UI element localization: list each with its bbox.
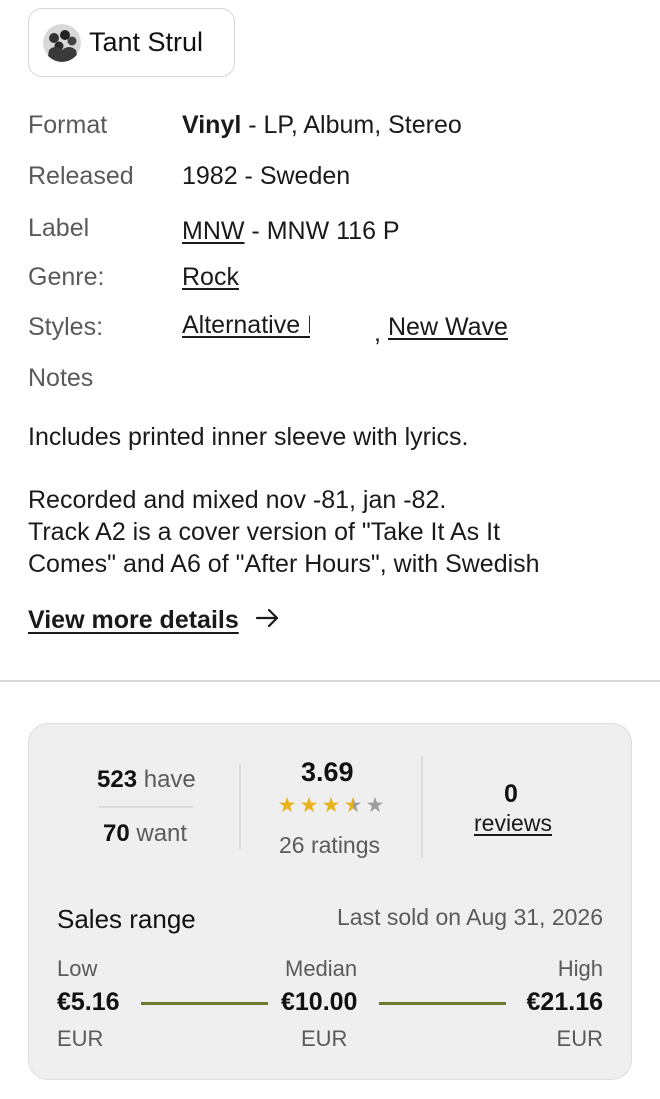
notes-key: Notes: [28, 364, 94, 392]
high-currency: EUR: [556, 1026, 603, 1051]
styles-key: Styles:: [28, 313, 104, 341]
empty-star-icon: ★: [365, 794, 385, 817]
half-star-icon: ★: [343, 794, 363, 817]
median-currency: EUR: [301, 1026, 348, 1051]
style-link-new-wave[interactable]: New Wave: [388, 313, 508, 342]
artist-chip[interactable]: Tant Strul: [28, 8, 235, 77]
high-price: €21.16: [526, 988, 603, 1016]
genre-value: Rock: [182, 263, 239, 292]
format-key: Format: [28, 111, 108, 139]
style-alternative-rock[interactable]: Alternative Rock: [182, 312, 310, 341]
released-key: Released: [28, 162, 134, 190]
low-price: €5.16: [57, 988, 120, 1016]
star-icon: ★: [321, 794, 341, 817]
low-label: Low: [57, 956, 98, 981]
want-label: want: [136, 820, 188, 847]
catalog-number: - MNW 116 P: [244, 217, 400, 245]
star-icon: ★: [299, 794, 319, 817]
have-want-divider: [99, 806, 193, 808]
format-value: Vinyl - LP, Album, Stereo: [182, 111, 462, 140]
have-count: 523: [97, 766, 138, 793]
format-value-detail: - LP, Album, Stereo: [241, 111, 462, 139]
low-median-range-line: [141, 1002, 268, 1005]
high-label: High: [557, 956, 603, 981]
sales-range-title: Sales range: [57, 904, 196, 934]
average-rating: 3.69: [301, 757, 354, 787]
artist-name: Tant Strul: [89, 27, 204, 57]
star-icon: ★: [277, 794, 297, 817]
median-label: Median: [285, 956, 358, 981]
style-link-alternative-rock[interactable]: Alternative Rock: [182, 312, 310, 338]
notes-line-2: Recorded and mixed nov -81, jan -82.: [28, 486, 447, 514]
median-high-range-line: [379, 1002, 506, 1005]
section-divider: [0, 680, 660, 682]
view-more-details-link[interactable]: View more details: [28, 604, 281, 636]
styles-row: Styles: Alternative Rock , New Wave: [28, 312, 628, 349]
view-more-label: View more details: [28, 605, 239, 634]
stat-divider-1: [239, 764, 241, 849]
genre-link-rock[interactable]: Rock: [182, 263, 239, 291]
stats-card: 523 have 70 want 3.69 ★ ★ ★ ★ ★ 26 ratings 0…: [28, 723, 632, 1080]
band-photo-avatar: [43, 23, 81, 62]
notes-line-4: Comes" and A6 of "After Hours", with Swe…: [28, 550, 540, 578]
style-separator: ,: [374, 319, 381, 347]
label-value: MNW - MNW 116 P: [182, 217, 400, 246]
label-key: Label: [28, 214, 90, 242]
have-label: have: [143, 766, 196, 793]
label-link[interactable]: MNW: [182, 217, 244, 245]
ratings-count: 26 ratings: [279, 832, 381, 858]
genre-key: Genre:: [28, 263, 105, 291]
want-count: 70: [103, 820, 130, 847]
notes-line-1: Includes printed inner sleeve with lyric…: [28, 423, 469, 451]
reviews-link[interactable]: reviews: [474, 810, 552, 837]
reviews-count: 0: [504, 780, 518, 808]
last-sold-date: Last sold on Aug 31, 2026: [337, 904, 603, 930]
stat-divider-2: [421, 756, 423, 858]
notes-line-3: Track A2 is a cover version of "Take It …: [28, 518, 501, 546]
median-price: €10.00: [281, 988, 358, 1016]
have-stat[interactable]: 523 have: [97, 766, 196, 794]
want-stat[interactable]: 70 want: [103, 820, 187, 848]
low-currency: EUR: [57, 1026, 104, 1051]
rating-stars: ★ ★ ★ ★ ★: [276, 794, 386, 818]
format-value-main: Vinyl: [182, 111, 242, 139]
arrow-right-icon: [255, 604, 281, 636]
released-value: 1982 - Sweden: [182, 162, 351, 190]
